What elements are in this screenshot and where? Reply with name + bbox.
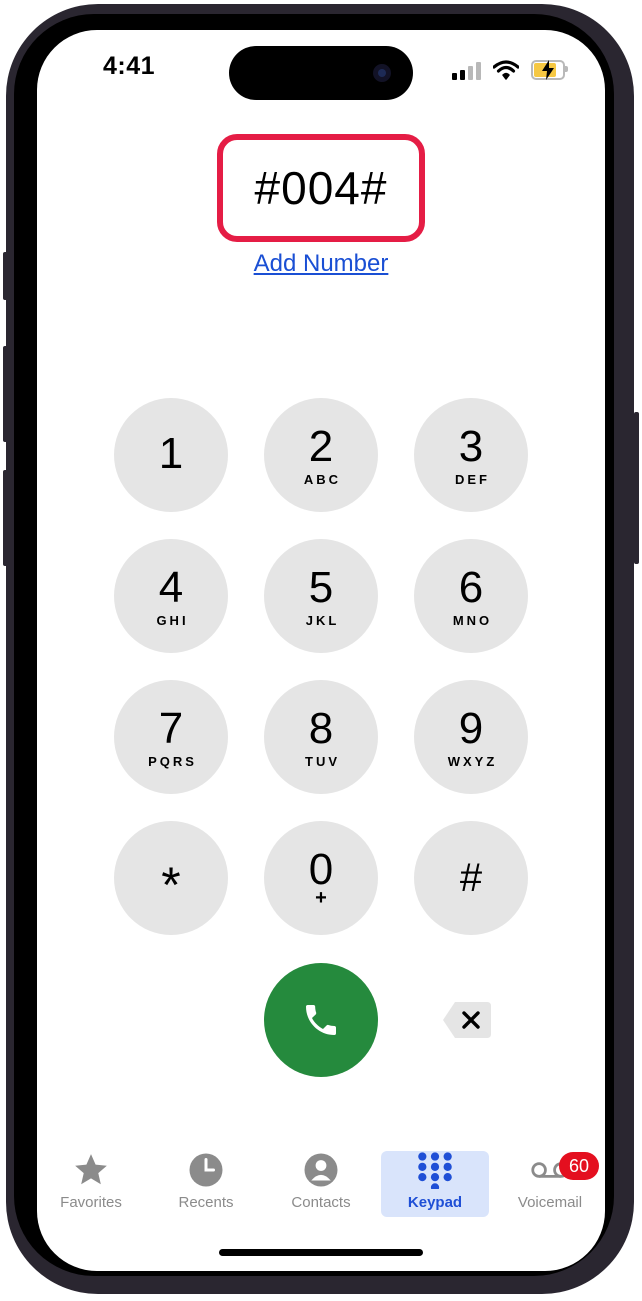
key-letters: DEF [455,471,490,487]
status-time: 4:41 [103,52,156,80]
key-hash[interactable]: # [414,821,528,935]
delete-backspace-icon[interactable] [441,1000,493,1040]
volume-down-button [3,470,8,566]
key-digit: 7 [158,703,184,753]
clock-icon [189,1153,223,1187]
key-2[interactable]: 2 ABC [264,398,378,512]
key-symbol: # [459,856,483,900]
key-letters: JKL [305,612,340,628]
key-3[interactable]: 3 DEF [414,398,528,512]
key-digit: 5 [308,562,334,612]
key-digit: 1 [158,429,184,478]
call-button[interactable] [264,963,378,1077]
key-letters: GHI [156,612,189,628]
key-7[interactable]: 7 PQRS [114,680,228,794]
key-symbol: * [161,857,181,913]
key-digit: 2 [308,421,334,471]
key-star[interactable]: * [114,821,228,935]
tab-recents[interactable]: Recents [154,1151,258,1217]
key-4[interactable]: 4 GHI [114,539,228,653]
tab-favorites[interactable]: Favorites [39,1151,143,1217]
person-icon [304,1153,338,1187]
phone-icon [306,1005,336,1035]
key-letters: MNO [452,612,493,628]
voicemail-badge: 60 [559,1152,599,1180]
dynamic-island [229,46,413,100]
key-letters: + [315,886,327,909]
key-8[interactable]: 8 TUV [264,680,378,794]
volume-up-button [3,346,8,442]
star-icon [75,1154,107,1185]
tab-label: Keypad [407,1194,463,1211]
key-digit: 9 [458,703,484,753]
key-digit: 8 [308,703,334,753]
key-digit: 4 [158,562,184,612]
key-digit: 6 [458,562,484,612]
key-letters: TUV [305,753,340,769]
keypad-icon [418,1152,452,1189]
front-camera-icon [373,64,391,82]
key-letters: PQRS [148,753,197,769]
add-number-link[interactable]: Add Number [37,250,605,278]
key-0[interactable]: 0 + [264,821,378,935]
power-button [634,412,639,564]
phone-screen: 4:41 #004# Add Number 1 2 ABC 3 DEF 4 GH… [37,30,605,1271]
tab-label: Contacts [291,1194,351,1211]
wifi-icon [493,60,519,80]
tab-label: Favorites [60,1194,122,1211]
home-indicator[interactable] [219,1249,423,1256]
key-digit: 3 [458,421,484,471]
tab-bar: Favorites Recents Contacts Keypad Voicem… [37,1147,605,1223]
entered-number-highlight: #004# [217,134,425,242]
key-6[interactable]: 6 MNO [414,539,528,653]
key-letters: ABC [303,471,342,487]
key-9[interactable]: 9 WXYZ [414,680,528,794]
tab-label: Voicemail [517,1194,583,1211]
key-1[interactable]: 1 [114,398,228,512]
charging-bolt-icon [542,60,554,80]
action-button [3,252,8,300]
key-5[interactable]: 5 JKL [264,539,378,653]
key-letters: WXYZ [447,753,498,769]
status-icons [452,58,568,80]
cellular-signal-icon [452,62,481,80]
entered-number: #004# [254,162,388,214]
battery-icon [531,60,568,80]
tab-label: Recents [178,1194,234,1211]
tab-contacts[interactable]: Contacts [269,1151,373,1217]
tab-keypad[interactable]: Keypad [381,1151,489,1217]
